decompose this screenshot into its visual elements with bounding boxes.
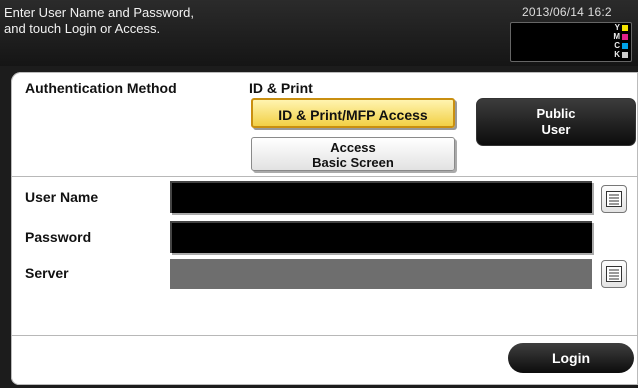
- divider: [11, 176, 638, 177]
- authentication-method-label: Authentication Method: [25, 80, 177, 96]
- toner-label: K: [614, 50, 620, 59]
- toner-label: M: [613, 32, 620, 41]
- login-button[interactable]: Login: [508, 343, 634, 373]
- divider: [11, 335, 638, 336]
- toner-cyan-indicator: C: [613, 42, 629, 50]
- top-bar: Enter User Name and Password, and touch …: [0, 0, 638, 66]
- toner-label: C: [614, 41, 620, 50]
- toner-level-bar: [622, 34, 628, 40]
- keyboard-icon: [606, 266, 622, 282]
- toner-level-bar: [622, 25, 628, 31]
- server-keyboard-button[interactable]: [601, 260, 627, 288]
- toner-status-panel: Y M C K: [510, 22, 632, 62]
- toner-level-bar: [622, 52, 628, 58]
- user-name-keyboard-button[interactable]: [601, 185, 627, 213]
- authentication-method-value: ID & Print: [249, 80, 313, 96]
- access-basic-screen-button[interactable]: Access Basic Screen: [251, 137, 455, 171]
- instruction-message: Enter User Name and Password, and touch …: [4, 5, 195, 36]
- id-print-mfp-access-button[interactable]: ID & Print/MFP Access: [251, 98, 455, 128]
- server-label: Server: [25, 265, 69, 281]
- user-name-field[interactable]: [170, 181, 592, 213]
- password-field[interactable]: [170, 221, 592, 253]
- toner-magenta-indicator: M: [613, 33, 629, 41]
- password-label: Password: [25, 229, 92, 245]
- toner-black-indicator: K: [613, 51, 629, 59]
- public-user-button[interactable]: Public User: [476, 98, 636, 146]
- server-field: [170, 259, 592, 289]
- keyboard-icon: [606, 191, 622, 207]
- login-panel: Authentication Method ID & Print ID & Pr…: [11, 72, 638, 385]
- toner-level-bar: [622, 43, 628, 49]
- date-time: 2013/06/14 16:2: [522, 5, 612, 19]
- user-name-label: User Name: [25, 189, 99, 205]
- toner-yellow-indicator: Y: [613, 24, 629, 32]
- toner-label: Y: [614, 23, 620, 32]
